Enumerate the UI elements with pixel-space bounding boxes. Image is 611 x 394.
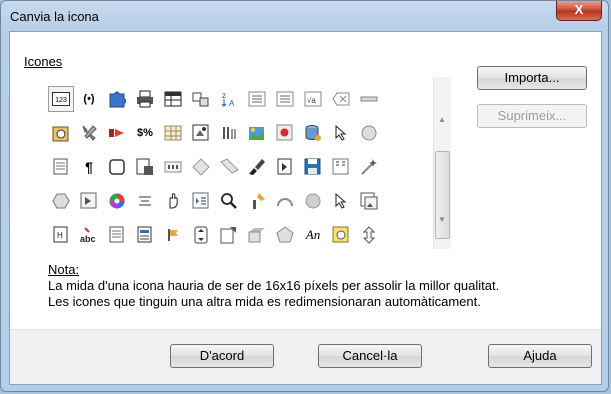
icon-hand[interactable] [160, 188, 186, 214]
close-button[interactable]: X [556, 1, 602, 21]
icon-grid[interactable]: 123 (•) zA √a $% ¶ H abc An [34, 78, 434, 248]
icon-up-down-arrow[interactable] [356, 222, 382, 248]
button-bar: D'acord Cancel·la Ajuda [10, 329, 601, 384]
icon-document-edit[interactable] [132, 154, 158, 180]
icon-pilcrow[interactable]: ¶ [76, 154, 102, 180]
icon-bars[interactable] [216, 120, 242, 146]
ok-button[interactable]: D'acord [170, 344, 274, 368]
icon-arc[interactable] [272, 188, 298, 214]
delete-button[interactable]: Suprimeix... [477, 104, 587, 128]
icon-document-blue[interactable] [132, 222, 158, 248]
icon-grid-scrollbar[interactable]: ▲ ▼ [433, 77, 451, 249]
icon-pointer[interactable] [328, 120, 354, 146]
icon-media-buttons[interactable] [160, 154, 186, 180]
close-icon: X [574, 2, 584, 17]
scroll-up-icon[interactable]: ▲ [438, 115, 446, 124]
dialog-title: Canvia la icona [10, 9, 99, 24]
icon-printer[interactable] [132, 86, 158, 112]
icon-pointer-small[interactable] [328, 188, 354, 214]
icon-record[interactable] [104, 120, 130, 146]
currency-icon: $% [137, 127, 153, 139]
icon-document-list[interactable] [48, 154, 74, 180]
icon-rectangle-3d[interactable] [244, 222, 270, 248]
icon-flag[interactable] [160, 222, 186, 248]
dialog-body: Icones 123 (•) zA √a $% ¶ H abc An ▲ ▼ I… [9, 31, 602, 385]
icon-calendar[interactable] [48, 120, 74, 146]
icon-navigator[interactable] [272, 154, 298, 180]
icon-circle[interactable] [356, 120, 382, 146]
icon-puzzle[interactable] [104, 86, 130, 112]
icon-brush[interactable] [244, 154, 270, 180]
svg-text:z: z [222, 91, 226, 100]
fontwork-icon: An [305, 227, 321, 242]
icon-stepper[interactable] [188, 222, 214, 248]
icon-tab-order[interactable] [76, 188, 102, 214]
icon-pentagon[interactable] [272, 222, 298, 248]
icon-line[interactable] [356, 86, 382, 112]
icon-form-control[interactable]: (•) [76, 86, 102, 112]
icon-circle-gray[interactable] [300, 188, 326, 214]
icon-image-edit[interactable] [188, 120, 214, 146]
scroll-thumb[interactable] [435, 151, 450, 239]
note-line-2: Les icones que tinguin una altra mida es… [48, 294, 481, 309]
icon-document-list-2[interactable] [104, 222, 130, 248]
abc-text: abc [80, 234, 96, 244]
icon-diamond[interactable] [188, 154, 214, 180]
help-button[interactable]: Ajuda [488, 344, 592, 368]
icon-columns[interactable] [328, 154, 354, 180]
icon-currency[interactable]: $% [132, 120, 158, 146]
icon-align-center[interactable] [132, 188, 158, 214]
icon-parallelogram[interactable] [216, 154, 242, 180]
icon-formula[interactable]: √a [300, 86, 326, 112]
pilcrow-icon: ¶ [85, 159, 93, 175]
icon-numbers-text: 123 [55, 97, 67, 104]
note-line-1: La mida d'una icona hauria de ser de 16x… [48, 278, 500, 293]
icon-fontwork[interactable]: An [300, 222, 326, 248]
title-bar: Canvia la icona X [1, 1, 608, 31]
icon-fields[interactable] [188, 86, 214, 112]
icon-zoom[interactable] [216, 188, 242, 214]
icon-document-tag[interactable] [216, 222, 242, 248]
icon-database[interactable] [300, 120, 326, 146]
icon-numbers[interactable]: 123 [48, 86, 74, 112]
braces-icon: (•) [83, 93, 95, 105]
icon-gallery[interactable] [356, 188, 382, 214]
icon-sort[interactable]: zA [216, 86, 242, 112]
note-heading: Nota: [48, 262, 80, 277]
icon-table[interactable] [160, 86, 186, 112]
import-button[interactable]: Importa... [477, 66, 587, 90]
icons-label: Icones [24, 54, 63, 69]
scroll-down-icon[interactable]: ▼ [438, 215, 446, 224]
icon-list-lines-2[interactable] [272, 86, 298, 112]
icon-spellcheck[interactable]: abc [76, 222, 102, 248]
icon-show-draw[interactable] [328, 222, 354, 248]
cancel-button[interactable]: Cancel·la [318, 344, 422, 368]
svg-text:H: H [57, 231, 63, 240]
icon-image-green[interactable] [244, 120, 270, 146]
formula-text: √a [307, 96, 316, 105]
icon-indent[interactable] [188, 188, 214, 214]
icon-list-lines[interactable] [244, 86, 270, 112]
note-block: Nota: La mida d'una icona hauria de ser … [48, 262, 499, 310]
icon-magic-wand[interactable] [356, 154, 382, 180]
dialog-window: Canvia la icona X Icones 123 (•) z A √a … [0, 0, 609, 392]
icon-backspace[interactable] [328, 86, 354, 112]
svg-text:A: A [229, 99, 235, 108]
icon-rounded-rect[interactable] [104, 154, 130, 180]
icon-format-paintbrush[interactable] [244, 188, 270, 214]
icon-grid-table[interactable] [160, 120, 186, 146]
icon-save[interactable] [300, 154, 326, 180]
icon-tools[interactable] [76, 120, 102, 146]
icon-color-wheel[interactable] [104, 188, 130, 214]
icon-hexagon[interactable] [48, 188, 74, 214]
icon-record-red[interactable] [272, 120, 298, 146]
icon-navigator-doc[interactable]: H [48, 222, 74, 248]
